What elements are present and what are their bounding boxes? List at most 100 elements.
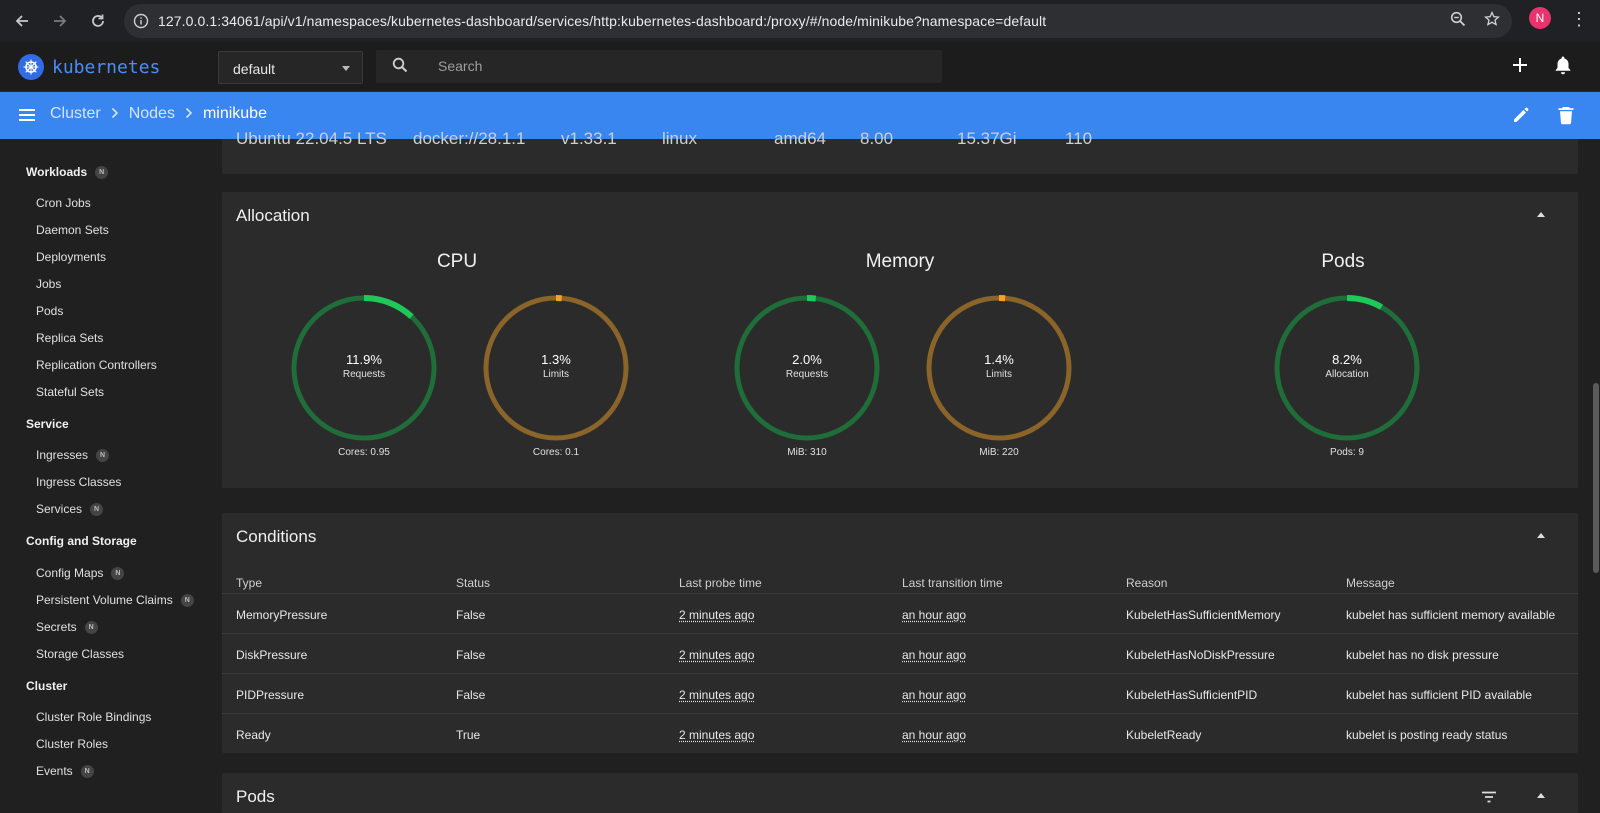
- site-info-icon[interactable]: [124, 13, 158, 29]
- column-header-message[interactable]: Message: [1346, 576, 1395, 590]
- pods-title: Pods: [236, 787, 275, 806]
- profile-avatar[interactable]: N: [1529, 7, 1551, 29]
- address-bar[interactable]: 127.0.0.1:34061/api/v1/namespaces/kubern…: [124, 4, 1512, 38]
- column-header-status[interactable]: Status: [456, 576, 490, 590]
- sidebar-item-stateful-sets[interactable]: Stateful Sets: [36, 385, 104, 399]
- gauge-percent: 1.4%: [984, 352, 1014, 367]
- gauge-label: Allocation: [1325, 369, 1369, 380]
- sidebar-item-secrets[interactable]: Secrets N: [36, 620, 98, 634]
- column-header-last-transition-time[interactable]: Last transition time: [902, 576, 1003, 590]
- sidebar-item-persistent-volume-claims[interactable]: Persistent Volume Claims N: [36, 593, 194, 607]
- table-cell: 2 minutes ago: [679, 648, 755, 662]
- browser-menu-icon[interactable]: ⋮: [1570, 10, 1588, 28]
- table-cell: 2 minutes ago: [679, 688, 755, 702]
- delete-trash-icon[interactable]: [1558, 105, 1574, 130]
- page-scrollbar[interactable]: [1593, 383, 1599, 573]
- container-runtime: docker://28.1.1: [413, 129, 526, 148]
- table-row[interactable]: Ready True 2 minutes ago an hour ago Kubelet…: [222, 713, 1578, 753]
- main-content: Ubuntu 22.04.5 LTS docker://28.1.1 v1.33…: [222, 129, 1578, 813]
- table-cell: an hour ago: [902, 728, 967, 742]
- namespace-select[interactable]: default: [218, 51, 363, 84]
- sidebar-item-deployments[interactable]: Deployments: [36, 250, 106, 264]
- sidebar-item-ingresses[interactable]: Ingresses N: [36, 448, 110, 462]
- table-cell: kubelet has no disk pressure: [1346, 648, 1499, 662]
- breadcrumb-nodes[interactable]: Nodes: [129, 105, 175, 123]
- table-cell: MemoryPressure: [236, 608, 328, 622]
- table-cell: kubelet has sufficient PID available: [1346, 688, 1532, 702]
- back-icon[interactable]: [5, 4, 39, 38]
- sidebar-item-services[interactable]: Services N: [36, 502, 104, 516]
- gauge-label: Limits: [985, 369, 1013, 380]
- filter-icon[interactable]: [1481, 790, 1497, 808]
- breadcrumb-current: minikube: [202, 105, 267, 122]
- forward-icon[interactable]: [43, 4, 77, 38]
- zoom-icon[interactable]: [1450, 11, 1466, 32]
- helm-wheel-icon: [18, 54, 44, 80]
- donut-gauge: 1.4% Limits: [923, 292, 1075, 444]
- table-row[interactable]: PIDPressure False 2 minutes ago an hour ago…: [222, 673, 1578, 713]
- table-cell: KubeletHasNoDiskPressure: [1126, 648, 1275, 662]
- table-row[interactable]: DiskPressure False 2 minutes ago an hour ag…: [222, 633, 1578, 673]
- sidebar-section-service[interactable]: Service: [26, 417, 69, 431]
- sidebar-item-config-maps[interactable]: Config Maps N: [36, 566, 125, 580]
- search-input[interactable]: Search: [438, 58, 482, 74]
- sidebar-section-workloads[interactable]: Workloads N: [26, 165, 109, 179]
- collapse-up-icon[interactable]: [1537, 212, 1545, 217]
- gauge-track: [291, 295, 437, 441]
- sidebar-item-cluster-role-bindings[interactable]: Cluster Role Bindings: [36, 710, 151, 724]
- create-plus-icon[interactable]: [1512, 51, 1528, 80]
- sidebar-item-ingress-classes[interactable]: Ingress Classes: [36, 475, 121, 489]
- sidebar-item-storage-classes[interactable]: Storage Classes: [36, 647, 124, 661]
- sidebar-item-events[interactable]: Events N: [36, 764, 94, 778]
- bookmark-star-icon[interactable]: [1483, 10, 1501, 32]
- operating-system: linux: [662, 129, 697, 148]
- kubernetes-logo[interactable]: kubernetes: [18, 54, 160, 80]
- sidebar-item-cron-jobs[interactable]: Cron Jobs: [36, 196, 91, 210]
- notifications-bell-icon[interactable]: [1554, 55, 1572, 80]
- sidebar-item-replica-sets[interactable]: Replica Sets: [36, 331, 103, 345]
- table-row[interactable]: MemoryPressure False 2 minutes ago an hour …: [222, 593, 1578, 633]
- table-cell: an hour ago: [902, 608, 967, 622]
- column-header-reason[interactable]: Reason: [1126, 576, 1167, 590]
- url-text[interactable]: 127.0.0.1:34061/api/v1/namespaces/kubern…: [158, 13, 1046, 29]
- column-header-last-probe-time[interactable]: Last probe time: [679, 576, 762, 590]
- app-header: kubernetes default Search: [0, 42, 1600, 92]
- sidebar-item-daemon-sets[interactable]: Daemon Sets: [36, 223, 109, 237]
- namespaced-badge: N: [80, 764, 94, 778]
- table-cell: KubeletHasSufficientPID: [1126, 688, 1258, 702]
- gauge-percent: 11.9%: [346, 352, 382, 367]
- donut-gauge: 8.2% Allocation: [1271, 292, 1423, 444]
- gauge-label: Requests: [785, 369, 829, 380]
- namespace-value: default: [233, 61, 276, 77]
- table-cell: PIDPressure: [236, 688, 305, 702]
- sidebar-item-replication-controllers[interactable]: Replication Controllers: [36, 358, 157, 372]
- table-cell: False: [456, 648, 486, 662]
- table-cell: kubelet is posting ready status: [1346, 728, 1508, 742]
- sidebar-section-cluster[interactable]: Cluster: [26, 679, 67, 693]
- sidebar-section-config-and-storage[interactable]: Config and Storage: [26, 534, 137, 548]
- sidebar-item-pods[interactable]: Pods: [36, 304, 63, 318]
- pods-capacity: 110: [1065, 129, 1093, 148]
- sidebar-item-cluster-roles[interactable]: Cluster Roles: [36, 737, 108, 751]
- namespaced-badge: N: [84, 620, 98, 634]
- table-cell: False: [456, 608, 486, 622]
- column-header-type[interactable]: Type: [236, 576, 262, 590]
- donut-gauge: 2.0% Requests: [731, 292, 883, 444]
- hamburger-menu-icon[interactable]: [18, 107, 36, 128]
- reload-icon[interactable]: [81, 4, 115, 38]
- kubelet-version: v1.33.1: [561, 129, 617, 148]
- table-cell: KubeletHasSufficientMemory: [1126, 608, 1281, 622]
- table-cell: 2 minutes ago: [679, 728, 755, 742]
- donut-gauge: 11.9% Requests: [288, 292, 440, 444]
- sidebar-item-jobs[interactable]: Jobs: [36, 277, 61, 291]
- breadcrumb-cluster[interactable]: Cluster: [50, 105, 101, 123]
- collapse-up-icon[interactable]: [1537, 533, 1545, 538]
- collapse-up-icon[interactable]: [1537, 793, 1545, 798]
- namespaced-badge: N: [95, 165, 109, 179]
- gauge-percent: 8.2%: [1332, 352, 1362, 367]
- edit-pencil-icon[interactable]: [1511, 105, 1531, 130]
- sidebar-nav: Workloads N Cron Jobs Daemon Sets Deploy…: [0, 139, 212, 811]
- chevron-right-icon: [111, 106, 119, 122]
- logo-text: kubernetes: [52, 56, 161, 78]
- search-field[interactable]: Search: [376, 50, 942, 83]
